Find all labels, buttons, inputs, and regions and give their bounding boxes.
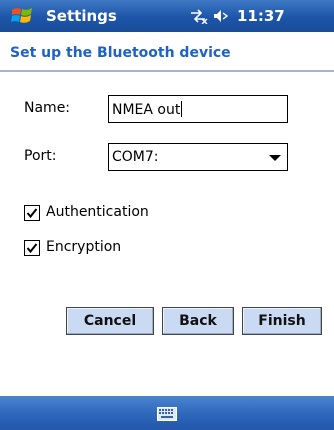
authentication-checkbox[interactable] — [24, 205, 40, 221]
page-header: Set up the Bluetooth device — [0, 36, 334, 72]
chevron-down-icon[interactable] — [269, 155, 281, 161]
speaker-icon[interactable] — [212, 8, 230, 24]
encryption-checkbox[interactable] — [24, 240, 40, 256]
port-dropdown[interactable]: COM7: — [108, 143, 288, 171]
bottom-menu-bar — [0, 396, 334, 430]
encryption-label[interactable]: Encryption — [46, 239, 121, 255]
start-menu-icon[interactable] — [11, 6, 33, 26]
cancel-button[interactable]: Cancel — [66, 307, 154, 335]
name-input[interactable]: NMEA out — [108, 95, 288, 123]
port-label: Port: — [24, 148, 57, 164]
back-button[interactable]: Back — [162, 307, 234, 335]
app-title: Settings — [46, 7, 117, 25]
device-screen: Settings 11:37 Set up the Bluetooth devi… — [0, 0, 334, 430]
port-dropdown-value: COM7: — [112, 149, 159, 165]
checkmark-icon — [26, 243, 38, 254]
name-label: Name: — [24, 100, 71, 116]
page-title: Set up the Bluetooth device — [10, 45, 231, 61]
finish-button[interactable]: Finish — [242, 307, 322, 335]
keyboard-icon[interactable] — [157, 406, 177, 421]
title-bar: Settings 11:37 — [0, 0, 334, 32]
authentication-label[interactable]: Authentication — [46, 204, 149, 220]
name-input-value: NMEA out — [112, 101, 183, 118]
clock[interactable]: 11:37 — [237, 7, 285, 25]
checkmark-icon — [26, 208, 38, 219]
name-input-text: NMEA out — [112, 102, 181, 118]
connectivity-icon[interactable] — [188, 8, 208, 25]
text-caret — [181, 101, 183, 117]
